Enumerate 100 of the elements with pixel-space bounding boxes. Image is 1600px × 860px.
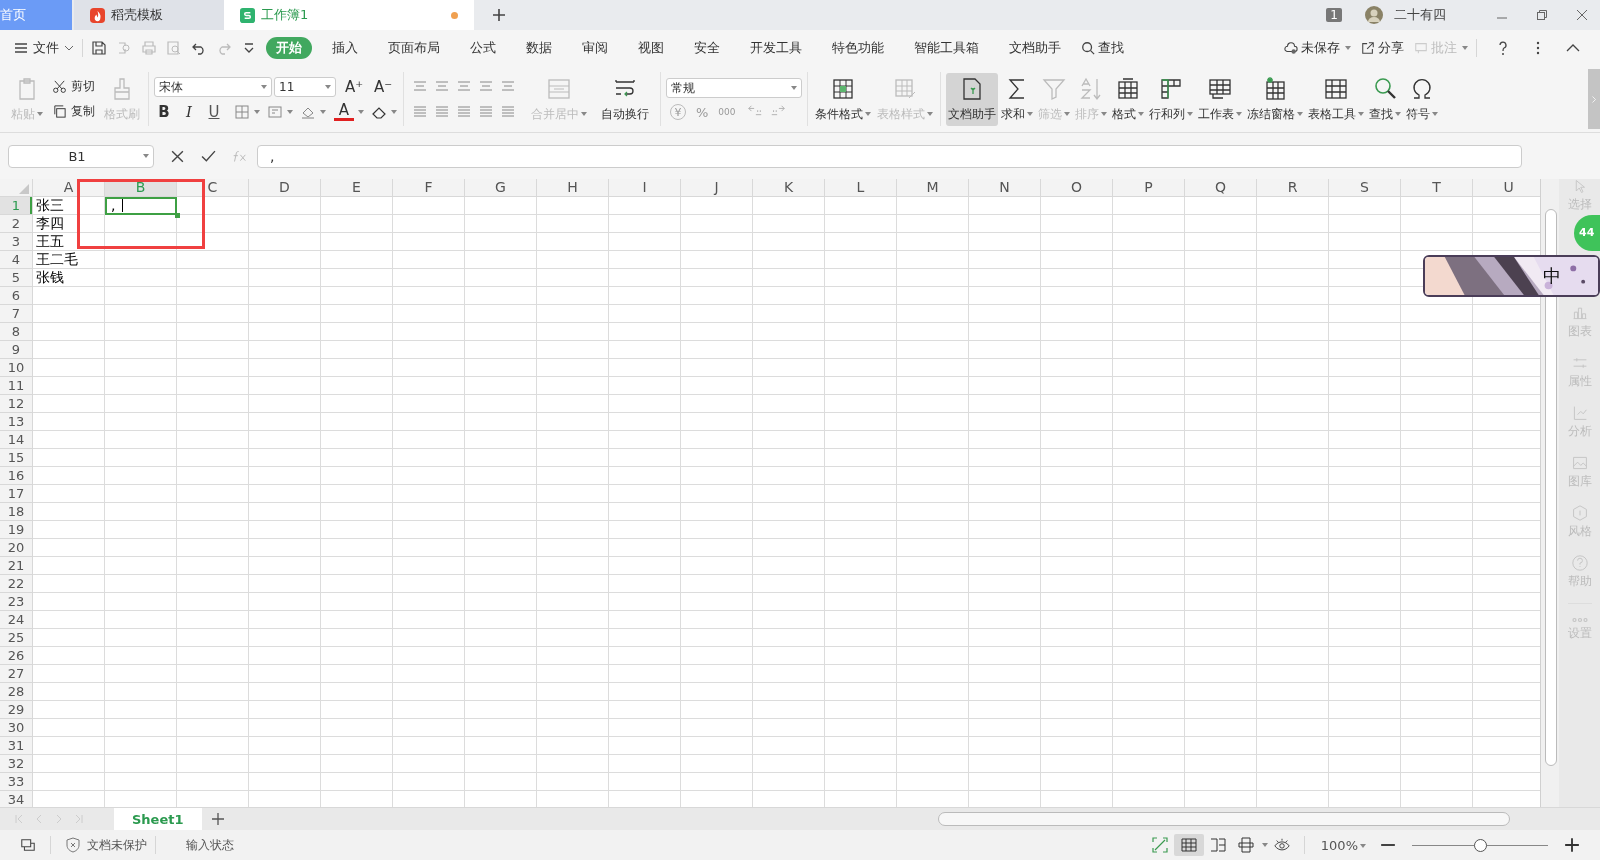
ribbon-tab[interactable]: 审阅	[572, 37, 618, 59]
ribbon-tab[interactable]: 公式	[460, 37, 506, 59]
column-header[interactable]: I	[609, 179, 681, 197]
menu-action[interactable]: 分享	[1361, 39, 1404, 57]
table-cell[interactable]: ,	[105, 197, 177, 215]
formula-field[interactable]: ,	[257, 144, 1522, 168]
table-cell[interactable]: 张钱	[33, 269, 105, 287]
fill-pattern-icon[interactable]	[267, 104, 283, 120]
device-icon[interactable]	[20, 837, 36, 853]
font-style-button[interactable]: U	[204, 103, 224, 121]
font-size-dropdown[interactable]: 11	[274, 77, 336, 97]
caret-icon[interactable]	[1261, 843, 1268, 847]
increase-font-button[interactable]: A⁺	[342, 78, 366, 96]
row-header[interactable]: 21	[0, 557, 33, 575]
row-header[interactable]: 24	[0, 611, 33, 629]
alignment-icon[interactable]	[412, 104, 428, 120]
ribbon-tab[interactable]: 视图	[628, 37, 674, 59]
function-icon[interactable]	[232, 148, 247, 164]
column-header[interactable]: O	[1041, 179, 1113, 197]
fill-handle[interactable]	[175, 213, 180, 218]
column-header[interactable]: F	[393, 179, 465, 197]
file-menu[interactable]: 文件	[14, 39, 74, 57]
table-cell[interactable]: 王二毛	[33, 251, 105, 269]
row-header[interactable]: 8	[0, 323, 33, 341]
ribbon-tab[interactable]: 开发工具	[740, 37, 812, 59]
row-header[interactable]: 27	[0, 665, 33, 683]
table-cell[interactable]: 张三	[33, 197, 105, 215]
ribbon-tab[interactable]: 文档助手	[999, 37, 1071, 59]
border-icon[interactable]	[234, 104, 250, 120]
page-break-view-icon[interactable]	[1209, 837, 1226, 853]
row-header[interactable]: 20	[0, 539, 33, 557]
column-header[interactable]: R	[1257, 179, 1329, 197]
normal-view-button[interactable]	[1173, 834, 1204, 856]
row-header[interactable]: 16	[0, 467, 33, 485]
row-header[interactable]: 4	[0, 251, 33, 269]
font-style-button[interactable]: B	[154, 103, 174, 121]
ribbon-button[interactable]: 工作表	[1196, 72, 1244, 126]
save-icon[interactable]	[91, 40, 107, 56]
row-header[interactable]: 32	[0, 755, 33, 773]
column-header[interactable]: N	[969, 179, 1041, 197]
row-header[interactable]: 25	[0, 629, 33, 647]
column-header[interactable]: P	[1113, 179, 1185, 197]
ribbon-button[interactable]: 文档助手	[946, 72, 998, 126]
alignment-icon[interactable]	[412, 78, 428, 94]
user-name[interactable]: 二十有四	[1394, 6, 1446, 24]
new-tab-icon[interactable]	[492, 8, 506, 22]
row-header[interactable]: 26	[0, 647, 33, 665]
row-header[interactable]: 17	[0, 485, 33, 503]
name-box[interactable]: B1	[8, 144, 154, 168]
row-header[interactable]: 29	[0, 701, 33, 719]
font-color-button[interactable]: A	[334, 103, 354, 121]
horizontal-scrollbar[interactable]	[938, 812, 1510, 826]
decrease-font-button[interactable]: A⁻	[371, 78, 395, 96]
reading-layout-icon[interactable]	[1237, 837, 1254, 853]
row-header[interactable]: 9	[0, 341, 33, 359]
row-header[interactable]: 2	[0, 215, 33, 233]
caret-icon[interactable]	[391, 110, 397, 114]
caret-icon[interactable]	[254, 110, 260, 114]
row-header[interactable]: 10	[0, 359, 33, 377]
column-header[interactable]: S	[1329, 179, 1401, 197]
ribbon-button[interactable]: 符号	[1404, 72, 1440, 126]
ribbon-tab[interactable]: 页面布局	[378, 37, 450, 59]
alignment-icon[interactable]	[456, 78, 472, 94]
row-header[interactable]: 34	[0, 791, 33, 807]
column-header[interactable]: U	[1473, 179, 1540, 197]
table-cell[interactable]: 李四	[33, 215, 105, 233]
row-header[interactable]: 3	[0, 233, 33, 251]
column-header[interactable]: M	[897, 179, 969, 197]
cancel-icon[interactable]	[170, 148, 185, 164]
column-header[interactable]: Q	[1185, 179, 1257, 197]
fullscreen-icon[interactable]	[1151, 837, 1168, 853]
row-header[interactable]: 19	[0, 521, 33, 539]
number-format-dropdown[interactable]: 常规	[666, 78, 802, 98]
ribbon-tab[interactable]: 数据	[516, 37, 562, 59]
row-header[interactable]: 14	[0, 431, 33, 449]
ribbon-tab[interactable]: 智能工具箱	[904, 37, 989, 59]
font-name-dropdown[interactable]: 宋体	[154, 77, 272, 97]
font-style-button[interactable]: I	[179, 103, 199, 121]
alignment-icon[interactable]	[500, 104, 516, 120]
window-count-badge[interactable]: 1	[1326, 8, 1342, 22]
row-header[interactable]: 7	[0, 305, 33, 323]
column-header[interactable]: E	[321, 179, 393, 197]
sheet-tab[interactable]: Sheet1	[114, 808, 202, 830]
protection-status[interactable]: 文档未保护	[59, 836, 147, 854]
alignment-icon[interactable]	[434, 78, 450, 94]
export-icon[interactable]	[116, 40, 132, 56]
table-cell[interactable]: 王五	[33, 233, 105, 251]
preview-icon[interactable]	[166, 40, 182, 56]
caret-icon[interactable]	[287, 110, 293, 114]
column-header[interactable]: T	[1401, 179, 1473, 197]
copy-button[interactable]: 复制	[52, 103, 95, 120]
row-header[interactable]: 22	[0, 575, 33, 593]
input-mode-label[interactable]: 中	[1543, 264, 1561, 288]
ribbon-button[interactable]: 格式	[1110, 72, 1146, 126]
column-header[interactable]: H	[537, 179, 609, 197]
caret-icon[interactable]	[320, 110, 326, 114]
column-header[interactable]: K	[753, 179, 825, 197]
add-sheet-icon[interactable]	[211, 813, 224, 825]
row-header[interactable]: 30	[0, 719, 33, 737]
wrap-text-button[interactable]: 自动换行	[595, 72, 655, 126]
